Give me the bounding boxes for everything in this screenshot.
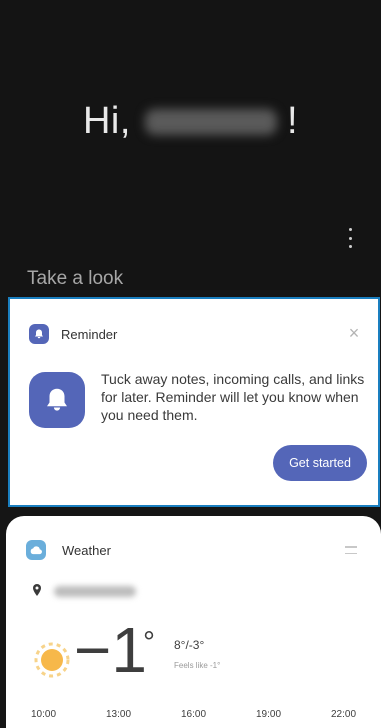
current-temperature: −1 bbox=[74, 614, 147, 686]
degree-symbol: ° bbox=[143, 626, 155, 659]
hourly-forecast: 10:00 13:00 16:00 19:00 22:00 bbox=[6, 709, 381, 720]
reminder-title: Reminder bbox=[61, 327, 118, 342]
reminder-card[interactable]: Reminder × Tuck away notes, incoming cal… bbox=[13, 302, 375, 502]
sun-icon bbox=[34, 642, 70, 678]
weather-cloud-icon bbox=[26, 540, 46, 560]
hour-label: 19:00 bbox=[255, 709, 282, 720]
screen: Hi, ! Take a look Reminder × Tuck away n… bbox=[0, 0, 381, 728]
reminder-large-bell-icon bbox=[29, 372, 85, 428]
blurred-location bbox=[54, 586, 136, 597]
reminder-description: Tuck away notes, incoming calls, and lin… bbox=[101, 371, 365, 423]
greeting-exclamation: ! bbox=[286, 100, 298, 142]
section-label: Take a look bbox=[27, 268, 124, 289]
weather-card[interactable]: Weather −1 ° 8°/-3° Feels like -1° 10:00… bbox=[6, 516, 381, 728]
feels-like: Feels like -1° bbox=[174, 661, 221, 670]
temperature-range: 8°/-3° bbox=[174, 638, 205, 652]
greeting-hi: Hi, bbox=[82, 100, 131, 142]
hour-label: 10:00 bbox=[30, 709, 57, 720]
more-options-icon[interactable] bbox=[346, 228, 354, 248]
hour-label: 16:00 bbox=[180, 709, 207, 720]
get-started-button[interactable]: Get started bbox=[273, 445, 367, 481]
drag-handle-icon[interactable] bbox=[345, 546, 357, 554]
weather-title: Weather bbox=[62, 543, 111, 558]
hour-label: 13:00 bbox=[105, 709, 132, 720]
reminder-bell-icon bbox=[29, 324, 49, 344]
greeting-panel: Hi, ! Take a look bbox=[0, 0, 381, 290]
reminder-card-highlight: Reminder × Tuck away notes, incoming cal… bbox=[8, 297, 380, 507]
greeting-text: Hi, ! bbox=[0, 100, 381, 143]
close-icon[interactable]: × bbox=[345, 324, 363, 342]
hour-label: 22:00 bbox=[330, 709, 357, 720]
location-pin-icon bbox=[33, 584, 41, 596]
blurred-username bbox=[144, 108, 277, 135]
